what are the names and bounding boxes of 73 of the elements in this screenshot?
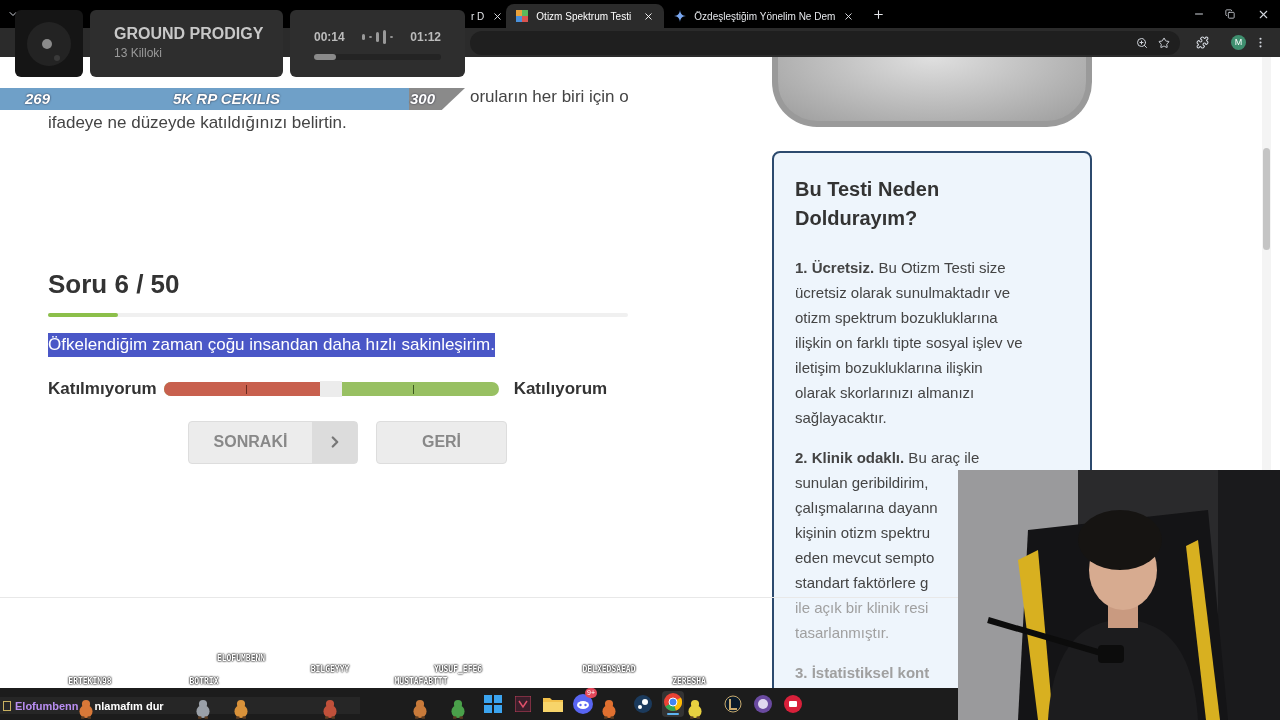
question-text: Öfkelendiğim zaman çoğu insandan daha hızlı sakinleşirim. [48,333,495,357]
chat-message: nlamafım dur [94,698,164,713]
duration-time: 01:12 [410,29,441,46]
extensions-icon[interactable] [1196,36,1209,49]
creature-icon [194,699,212,719]
song-artist: 13 Killoki [114,45,163,62]
browser-icon[interactable] [662,691,684,717]
card-text: otizm spektrum bozukluklarına [795,308,998,328]
new-tab-icon[interactable] [872,7,886,21]
restore-icon[interactable] [1225,9,1235,19]
card-text: standart faktörlere g [795,573,929,593]
slider-thumb[interactable] [320,380,343,397]
app-icon[interactable] [754,695,772,713]
card-text: ilişkin on farklı tipte sosyal işlev ve [795,333,1023,353]
card-text: eden mevcut sempto [795,548,935,568]
card-text: iletişim bozukluklarına ilişkin [795,358,983,378]
chat-app-icon[interactable] [573,694,593,714]
sparkle-icon [674,10,687,22]
browser-tab[interactable]: Otizm Spektrum Testi [506,4,665,28]
game-icon[interactable] [724,695,742,713]
card-text: ile açık bir klinik resi [795,598,929,618]
chat-badge-icon [3,700,11,711]
goal-title: 5K RP CEKILIS [173,88,281,109]
card-text: olarak skorlarınızı almanızı [795,383,975,403]
close-tab-icon[interactable] [492,10,504,22]
close-tab-icon[interactable] [843,10,855,22]
viewer-name: ERTEKIN98 [68,677,112,687]
profile-avatar[interactable]: M [1231,35,1246,50]
creature-icon [600,699,618,719]
card-text: tasarlanmıştır. [795,623,890,643]
viewer-name: YUSUF_EFE6 [433,665,483,675]
creature-icon [686,699,704,719]
goal-current: 269 [25,88,52,109]
viewer-name: BOTRIX [189,677,219,687]
windows-icon[interactable] [484,695,502,713]
goal-target: 300 [410,88,436,109]
card-title: Bu Testi Neden [795,177,940,202]
card-text: 2. Klinik odaklı. Bu araç ile [795,448,980,468]
scale-right-label: Katılıyorum [513,378,608,400]
card-text: çalışmalarına dayann [795,498,938,518]
question-heading: Soru 6 / 50 [48,268,180,300]
creature-icon [411,699,429,719]
favicon-icon [516,10,529,22]
viewer-name: BILGEYYY [310,665,350,675]
close-tab-icon[interactable] [643,10,655,22]
viewer-name: ELOFUMBENN [216,654,266,664]
folder-icon[interactable] [543,696,563,712]
card-text: sağlayacaktır. [795,408,887,428]
intro-text: oruların her biri için o [470,86,629,108]
viewer-name: DELXEDSAEAD [582,665,636,675]
scale-left-label: Katılmıyorum [48,378,157,400]
creature-icon [321,699,339,719]
app-icon[interactable] [784,695,802,713]
card-text: sunulan geribildirim, [795,473,929,493]
equalizer-icon [361,30,394,44]
card-text: 3. İstatistiksel kont [795,663,930,683]
card-text: 1. Ücretsiz. Bu Otizm Testi size [795,258,1006,278]
creature-icon [449,699,467,719]
bookmark-star-icon[interactable] [1158,36,1170,49]
zoom-icon[interactable] [1136,36,1148,49]
chat-username: Elofumbenn [15,698,79,713]
card-title: Doldurayım? [795,206,918,231]
creature-icon [77,699,95,719]
elapsed-time: 00:14 [314,29,345,46]
intro-text: ifadeye ne düzeyde katıldığınızı belirtin. [48,112,348,134]
viewer-name: MUSTAFABTTT [394,677,448,687]
card-text: kişinin otizm spektru [795,523,931,543]
card-text: ücretsiz olarak sunulmaktadır ve [795,283,1011,303]
song-title: GROUND PRODIGY [114,24,264,44]
agreement-slider[interactable] [163,381,499,396]
viewer-name: ZERESHA [672,677,706,687]
creature-icon [232,699,250,719]
scrollbar-thumb[interactable] [1263,148,1270,250]
